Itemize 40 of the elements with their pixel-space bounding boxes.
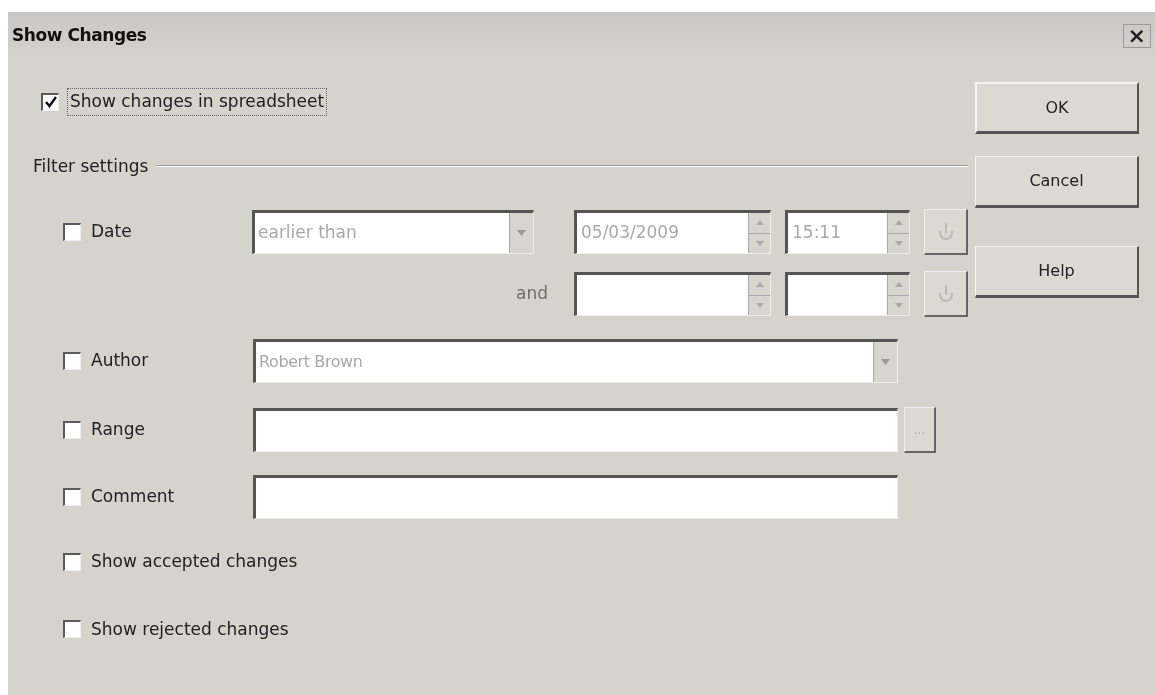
down-arrow-icon xyxy=(755,302,764,308)
checkbox-label: Show changes in spreadsheet xyxy=(67,88,328,116)
range-button[interactable]: ... xyxy=(904,407,936,453)
checkbox-label: Comment xyxy=(90,485,176,509)
comment-field[interactable] xyxy=(253,475,898,519)
section-title: Filter settings xyxy=(33,154,149,178)
check-icon xyxy=(44,96,57,109)
checkbox-label: Range xyxy=(90,418,146,442)
checkbox[interactable] xyxy=(63,620,81,639)
dialog-button[interactable]: OK xyxy=(975,82,1139,134)
clock-button[interactable] xyxy=(924,209,968,255)
dialog-button[interactable]: Cancel xyxy=(975,156,1139,208)
up-arrow-icon xyxy=(755,282,764,288)
clock-button[interactable] xyxy=(924,271,968,317)
range-field[interactable] xyxy=(253,408,898,452)
down-arrow-icon xyxy=(894,240,903,246)
checkbox[interactable] xyxy=(41,92,59,111)
clock-icon xyxy=(937,220,954,243)
checkbox[interactable] xyxy=(63,552,81,571)
close-button[interactable]: × xyxy=(1122,24,1151,48)
checkbox[interactable] xyxy=(63,488,81,506)
up-arrow-icon xyxy=(894,220,903,226)
checkbox[interactable] xyxy=(63,421,81,439)
and-label: and xyxy=(516,282,548,306)
clock-icon xyxy=(937,282,954,305)
checkbox-label: Date xyxy=(90,220,133,243)
spin-field[interactable] xyxy=(574,272,771,316)
checkbox-label: Show rejected changes xyxy=(90,617,290,641)
checkbox[interactable] xyxy=(63,222,81,241)
up-arrow-icon xyxy=(755,220,764,226)
dialog-button[interactable]: Help xyxy=(975,246,1139,298)
window-title: Show Changes xyxy=(12,24,147,48)
down-arrow-icon xyxy=(894,302,903,308)
checkbox-label: Show accepted changes xyxy=(90,550,299,573)
down-arrow-icon xyxy=(755,240,764,246)
checkbox-label: Author xyxy=(90,349,150,373)
dropdown-arrow-icon xyxy=(517,230,526,236)
dropdown-arrow-icon xyxy=(881,359,890,365)
spin-field[interactable] xyxy=(785,272,910,316)
up-arrow-icon xyxy=(894,282,903,288)
